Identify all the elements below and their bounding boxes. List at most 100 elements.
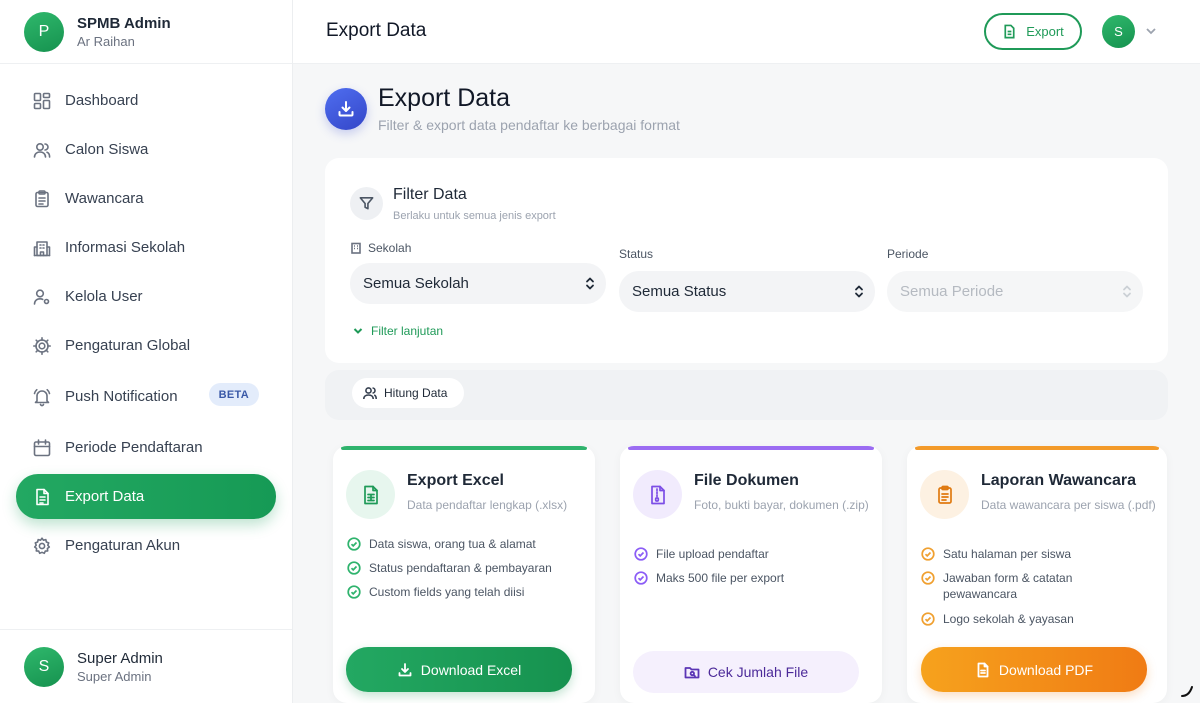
users-icon [32,140,52,160]
user-avatar[interactable]: S [1102,15,1135,48]
sidebar-item-dashboard[interactable]: Dashboard [16,78,276,123]
card-description: Foto, bukti bayar, dokumen (.zip) [694,498,869,512]
filter-icon [350,187,383,220]
feature-item: Logo sekolah & yayasan [921,611,1161,627]
file-zip-icon [633,470,682,519]
folder-search-icon [684,667,700,679]
check-circle-icon [921,571,935,585]
sidebar-item-label: Calon Siswa [65,141,149,158]
chevron-down-icon [353,328,363,334]
sidebar-header: P SPMB Admin Ar Raihan [0,0,292,64]
sidebar-item-label: Push Notification [65,388,178,405]
sidebar: P SPMB Admin Ar Raihan Dashboard Calon S… [0,0,293,703]
card-accent-line [628,446,874,450]
settings-icon [32,336,52,356]
users-icon [363,387,377,400]
user-role: Super Admin [77,668,152,684]
file-icon [1004,24,1015,39]
status-select[interactable]: Semua Status [619,271,875,312]
download-excel-button[interactable]: Download Excel [346,647,572,692]
card-accent-line [915,446,1159,450]
card-description: Data pendaftar lengkap (.xlsx) [407,498,568,512]
periode-select-placeholder: Semua Periode [900,283,1004,300]
sidebar-item-export-data[interactable]: Export Data [16,474,276,519]
export-excel-card: Export Excel Data pendaftar lengkap (.xl… [333,446,595,703]
sidebar-item-label: Kelola User [65,288,143,305]
building-icon [32,238,52,258]
periode-label: Periode [887,247,929,261]
gear-icon [32,536,52,556]
sidebar-item-label: Pengaturan Global [65,337,191,354]
download-icon [325,88,367,130]
check-circle-icon [347,585,361,599]
check-circle-icon [634,571,648,585]
sidebar-item-kelola-user[interactable]: Kelola User [16,274,276,319]
filter-title: Filter Data [393,186,467,203]
count-data-button[interactable]: Hitung Data [352,378,464,408]
check-circle-icon [634,547,648,561]
sidebar-item-wawancara[interactable]: Wawancara [16,176,276,221]
clipboard-icon [32,189,52,209]
file-icon [32,487,52,507]
building-icon [351,242,361,254]
card-title: Laporan Wawancara [981,472,1137,489]
mouse-cursor-icon [1180,684,1196,698]
grid-icon [32,91,52,111]
sidebar-item-label: Wawancara [65,190,144,207]
periode-select[interactable]: Semua Periode [887,271,1143,312]
sidebar-item-calon-siswa[interactable]: Calon Siswa [16,127,276,172]
sidebar-item-informasi-sekolah[interactable]: Informasi Sekolah [16,225,276,270]
feature-item: Data siswa, orang tua & alamat [347,536,587,552]
export-button-label: Export [1026,24,1064,39]
page-subtitle: Filter & export data pendaftar ke berbag… [378,117,680,133]
feature-item: Jawaban form & catatan pewawancara [921,570,1091,602]
card-title: File Dokumen [694,472,799,489]
sidebar-item-label: Export Data [65,488,145,505]
bell-icon [32,387,52,407]
select-arrows-icon [584,276,596,291]
feature-item: Satu halaman per siswa [921,546,1161,562]
sidebar-item-label: Dashboard [65,92,139,109]
sidebar-item-label: Periode Pendaftaran [65,439,203,456]
sekolah-select[interactable]: Semua Sekolah [350,263,606,304]
download-icon [398,662,412,676]
app-avatar: P [24,11,64,52]
status-select-value: Semua Status [632,283,727,300]
advanced-filter-toggle[interactable]: Filter lanjutan [352,324,443,338]
feature-item: Custom fields yang telah diisi [347,584,587,600]
filter-subtitle: Berlaku untuk semua jenis export [393,210,556,222]
calendar-icon [32,438,52,458]
check-circle-icon [921,612,935,626]
sidebar-user[interactable]: S Super Admin Super Admin [0,629,292,703]
spreadsheet-icon [346,470,395,519]
download-pdf-button[interactable]: Download PDF [921,647,1147,692]
sidebar-item-pengaturan-global[interactable]: Pengaturan Global [16,323,276,368]
check-circle-icon [347,561,361,575]
app-subtitle: Ar Raihan [77,33,135,49]
sidebar-item-push-notification[interactable]: Push Notification BETA [16,372,276,421]
sekolah-select-value: Semua Sekolah [363,275,469,292]
chevron-down-icon[interactable] [1144,24,1158,38]
sidebar-item-periode-pendaftaran[interactable]: Periode Pendaftaran [16,425,276,470]
sidebar-item-pengaturan-akun[interactable]: Pengaturan Akun [16,523,276,568]
app-title: SPMB Admin [77,14,171,32]
beta-badge: BETA [208,383,259,406]
status-label: Status [619,247,654,261]
select-arrows-icon [853,284,865,299]
topbar-title: Export Data [326,20,427,41]
check-file-count-button[interactable]: Cek Jumlah File [633,651,859,693]
file-document-card: File Dokumen Foto, bukti bayar, dokumen … [620,446,882,703]
card-title: Export Excel [407,472,504,489]
user-gear-icon [32,287,52,307]
export-button[interactable]: Export [984,13,1082,50]
feature-item: Maks 500 file per export [634,570,874,586]
sekolah-label: Sekolah [350,241,411,255]
sidebar-nav: Dashboard Calon Siswa Wawancara Informas… [16,78,276,572]
card-description: Data wawancara per siswa (.pdf) [981,498,1156,512]
check-circle-icon [921,547,935,561]
interview-report-card: Laporan Wawancara Data wawancara per sis… [907,446,1167,703]
feature-item: Status pendaftaran & pembayaran [347,560,587,576]
sidebar-item-label: Pengaturan Akun [65,537,181,554]
select-arrows-icon [1121,284,1133,299]
sidebar-item-label: Informasi Sekolah [65,239,186,256]
